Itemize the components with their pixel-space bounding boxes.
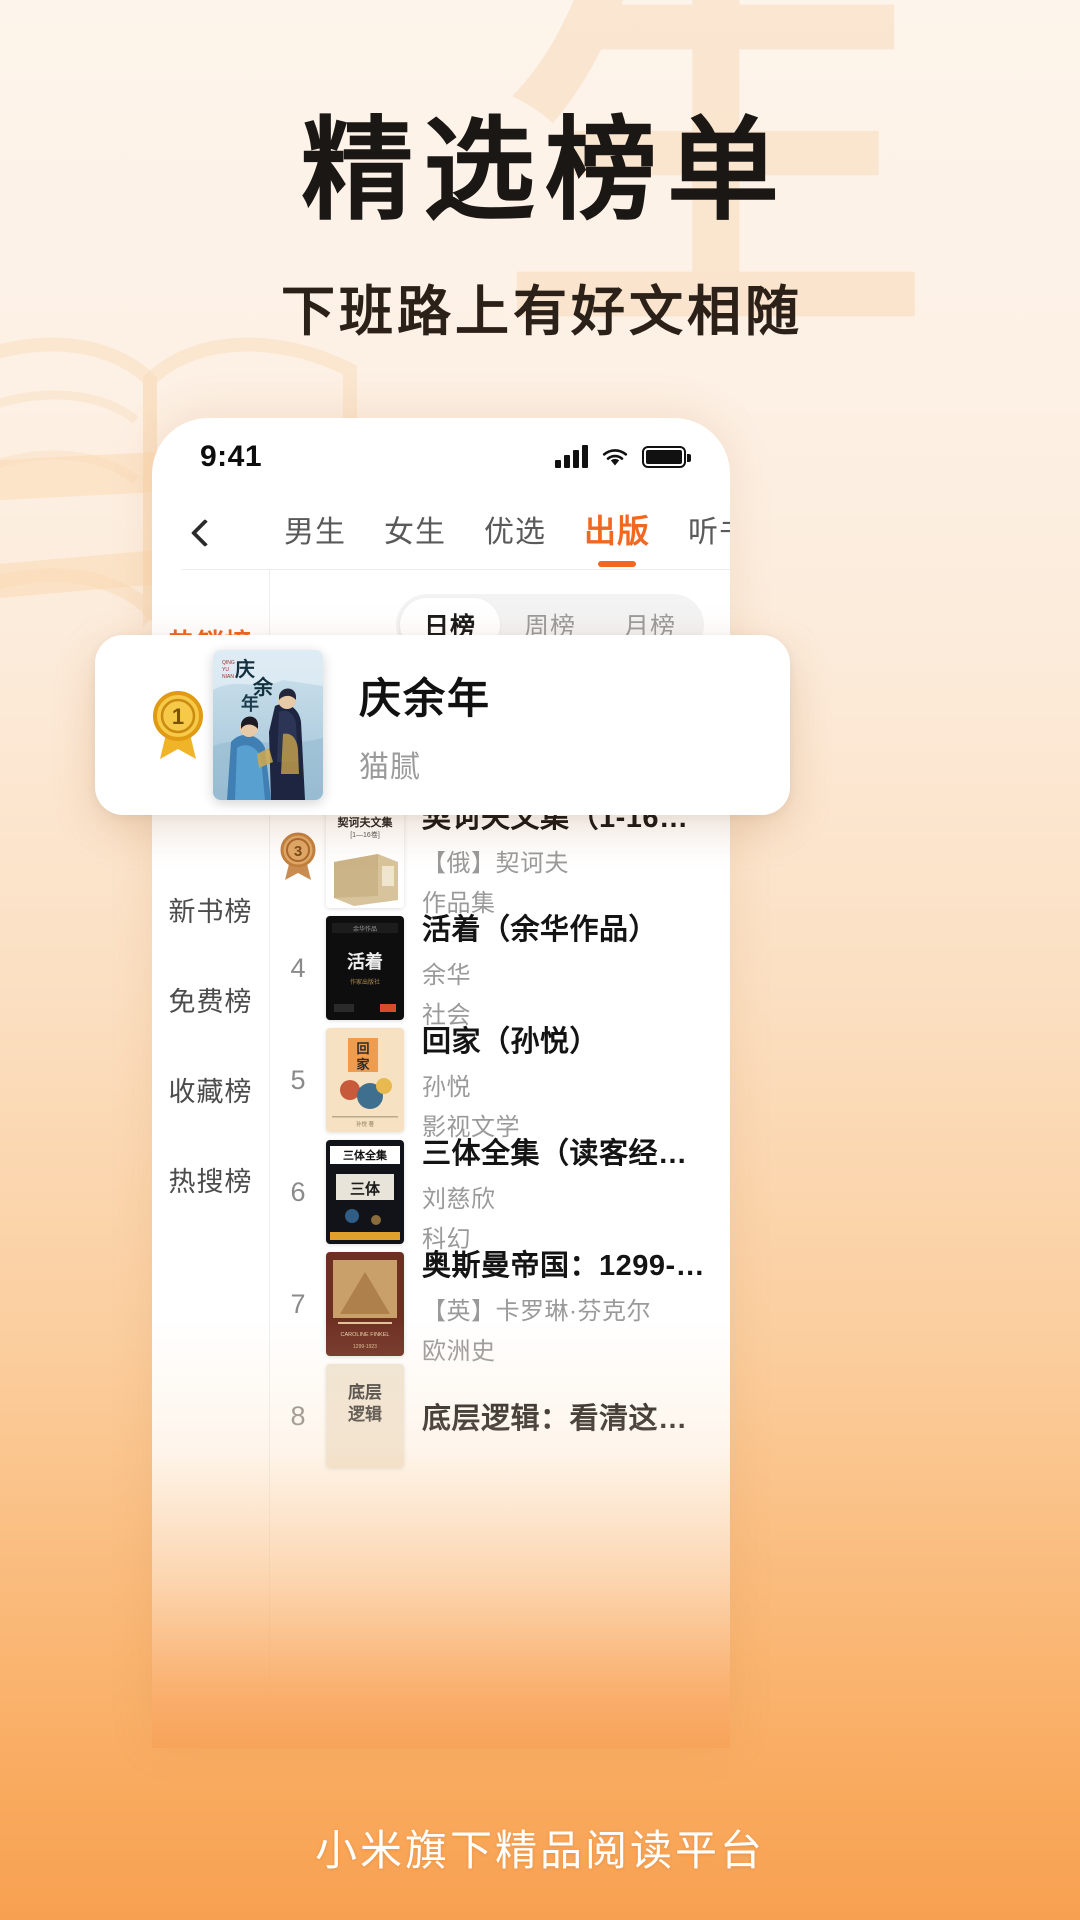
tab-nansheng[interactable]: 男生 (284, 507, 346, 559)
book-title: 三体全集（读客经典文库 … (422, 1138, 712, 1170)
featured-book-author: 猫腻 (359, 750, 421, 784)
book-cover-diceng: 底层 逻辑 (326, 1364, 404, 1468)
wifi-icon (602, 449, 628, 466)
poster-header: 精选榜单 下班路上有好文相随 (0, 112, 1080, 346)
book-author: 孙悦 (422, 1074, 471, 1101)
navigation-bar: 男生 女生 优选 出版 听书 (152, 496, 730, 570)
book-author: 刘慈欣 (422, 1186, 496, 1213)
page-title: 精选榜单 (301, 110, 789, 234)
svg-text:契诃夫文集: 契诃夫文集 (337, 815, 394, 829)
book-author: 【英】卡罗琳·芬克尔 (422, 1298, 651, 1325)
book-author: 余华 (422, 962, 471, 989)
table-row[interactable]: 6 三体全集 三体 三体全集（读客经典 刘慈欣 科幻 (270, 1136, 730, 1253)
svg-text:家: 家 (356, 1057, 370, 1072)
tab-nvsheng[interactable]: 女生 (384, 507, 446, 559)
tab-tingshu[interactable]: 听书 (688, 507, 730, 559)
book-cover-ottoman: CAROLINE FINKEL 1299-1923 (326, 1252, 404, 1356)
book-cover-chekhov: 契诃夫文集 [1—16卷] (326, 804, 404, 908)
table-row[interactable]: 3 契诃夫文集 [1—16卷] 契诃夫文集（1-16卷） 【俄】契诃夫 作品集 (270, 800, 730, 917)
book-category: 欧洲史 (422, 1338, 496, 1365)
book-author: 【俄】契诃夫 (422, 850, 569, 877)
svg-text:CAROLINE FINKEL: CAROLINE FINKEL (341, 1332, 390, 1338)
svg-text:1: 1 (172, 704, 184, 729)
svg-text:三体全集: 三体全集 (343, 1148, 388, 1162)
gold-medal-icon: 1 (147, 688, 209, 762)
book-cover-santi: 三体全集 三体 (326, 1140, 404, 1244)
svg-text:孙悦 著: 孙悦 著 (356, 1120, 375, 1128)
sidebar-item-resoubang[interactable]: 热搜榜 (152, 1134, 269, 1224)
status-bar: 9:41 (152, 418, 730, 496)
category-tabs: 男生 女生 优选 出版 听书 (284, 506, 730, 560)
svg-text:余华作品: 余华作品 (353, 925, 377, 933)
svg-text:逻辑: 逻辑 (348, 1404, 382, 1424)
book-rank: 5 (290, 1064, 306, 1095)
svg-text:回: 回 (356, 1041, 369, 1056)
featured-book-card[interactable]: 1 庆 余 年 QING YU NIAN 庆余年 猫腻 (95, 635, 790, 815)
svg-text:庆: 庆 (235, 657, 255, 681)
table-row[interactable]: 5 回 家 孙悦 著 回家（孙悦） 孙悦 影视文学 (270, 1024, 730, 1141)
svg-text:作家出版社: 作家出版社 (350, 978, 380, 986)
svg-text:[1—16卷]: [1—16卷] (350, 830, 380, 839)
book-cover-qingyunian: 庆 余 年 QING YU NIAN (213, 650, 323, 800)
book-rank: 6 (290, 1176, 306, 1207)
status-time: 9:41 (200, 440, 263, 473)
table-row[interactable]: 4 余华作品 活着 作家出版社 活着（余华作品） 余华 社会 (270, 912, 730, 1029)
svg-text:NIAN: NIAN (222, 674, 234, 680)
page-subtitle: 下班路上有好文相随 (281, 281, 803, 342)
book-cover-huozhe: 余华作品 活着 作家出版社 (326, 916, 404, 1020)
sidebar-item-mianfeibang[interactable]: 免费榜 (152, 954, 269, 1044)
book-cover-huijia: 回 家 孙悦 著 (326, 1028, 404, 1132)
book-title: 底层逻辑：看清这个世界的… (422, 1403, 712, 1435)
svg-text:YU: YU (222, 667, 229, 673)
book-title: 活着（余华作品） (422, 914, 659, 946)
poster-footer: 小米旗下精品阅读平台 (314, 1829, 765, 1875)
svg-text:三体: 三体 (350, 1180, 381, 1198)
book-rank: 7 (290, 1288, 306, 1319)
phone-mockup: 9:41 男生 女生 优选 出版 听书 热销榜 新书榜 (152, 418, 730, 1748)
tab-chuban[interactable]: 出版 (584, 506, 650, 560)
sidebar-item-shoucangbang[interactable]: 收藏榜 (152, 1044, 269, 1134)
book-rank: 4 (290, 952, 306, 983)
cellular-signal-icon (555, 445, 588, 468)
featured-book-meta: 庆余年 猫腻 (359, 665, 790, 786)
table-row[interactable]: 7 CAROLINE FINKEL 1299-1923 奥斯曼帝国：1299-1… (270, 1248, 730, 1365)
featured-book-title: 庆余年 (359, 674, 492, 722)
svg-text:活着: 活着 (347, 951, 383, 972)
svg-text:底层: 底层 (348, 1382, 382, 1402)
back-chevron-icon (190, 518, 220, 548)
tab-youxuan[interactable]: 优选 (484, 507, 546, 559)
svg-text:年: 年 (241, 693, 259, 714)
book-rank: 8 (290, 1400, 306, 1431)
back-button[interactable] (182, 507, 228, 559)
svg-text:3: 3 (294, 843, 302, 860)
table-row[interactable]: 8 底层 逻辑 底层逻辑：看清这个世界的… (270, 1360, 730, 1472)
battery-full-icon (642, 446, 691, 468)
book-title: 奥斯曼帝国：1299-1923 (422, 1250, 712, 1282)
svg-text:QING: QING (222, 660, 235, 666)
svg-text:1299-1923: 1299-1923 (353, 1344, 377, 1350)
book-title: 回家（孙悦） (422, 1026, 600, 1058)
sidebar-item-xinshubang[interactable]: 新书榜 (152, 864, 269, 954)
bronze-medal-icon: 3 (270, 830, 326, 882)
